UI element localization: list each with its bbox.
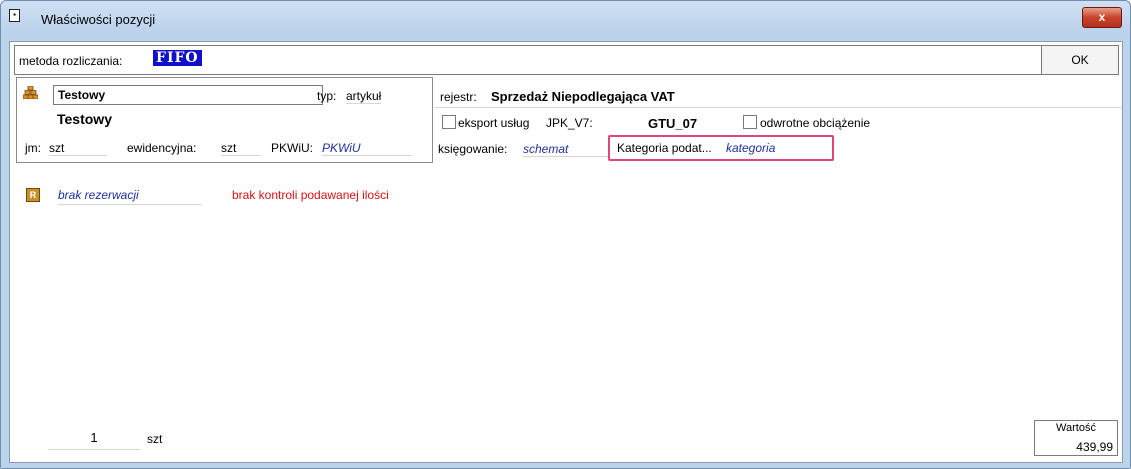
pkwiu-value[interactable]: PKWiU [322,141,412,156]
window-menu-icon[interactable]: ▪ [9,9,20,22]
kategoria-label: Kategoria podat... [617,141,712,155]
ewidencyjna-value[interactable]: szt [221,141,261,156]
article-title: Testowy [57,111,112,127]
pkwiu-label: PKWiU: [271,141,313,155]
close-button[interactable]: x [1082,7,1122,28]
odwrotne-label: odwrotne obciążenie [760,116,871,130]
ksiegowanie-value[interactable]: schemat [523,142,609,157]
wartosc-value: 439,99 [1076,440,1113,454]
article-panel: Testowy typ: artykuł Testowy jm: szt ewi… [16,77,433,163]
boxes-icon [23,86,38,99]
ksiegowanie-label: księgowanie: [438,142,508,156]
jm-label: jm: [25,141,41,155]
ok-button[interactable]: OK [1041,45,1119,75]
method-row: metoda rozliczania: FIFO [14,45,1042,75]
reservation-value[interactable]: brak rezerwacji [58,188,202,205]
metoda-value[interactable]: FIFO [153,50,202,66]
rejestr-label: rejestr: [440,90,477,104]
dialog-client-area: metoda rozliczania: FIFO OK Testowy typ:… [9,41,1123,463]
eksport-label: eksport usług [458,116,530,130]
metoda-label: metoda rozliczania: [19,54,123,68]
rejestr-value[interactable]: Sprzedaż Niepodlegająca VAT [491,89,675,104]
eksport-checkbox[interactable] [442,115,456,129]
jpk-label: JPK_V7: [546,116,593,130]
wartosc-label: Wartość [1056,422,1096,434]
window-title: Właściwości pozycji [41,12,156,27]
wartosc-box: Wartość 439,99 [1034,420,1118,456]
title-bar[interactable]: ▪ Właściwości pozycji x [1,1,1130,37]
register-divider [434,107,1122,108]
quantity-warning: brak kontroli podawanej ilości [232,188,389,202]
typ-value[interactable]: artykuł [346,89,382,104]
ewidencyjna-label: ewidencyjna: [127,141,197,155]
dialog-window: ▪ Właściwości pozycji x metoda rozliczan… [0,0,1131,469]
quantity-field[interactable]: 1 [48,427,140,450]
reservation-icon: R [26,188,40,202]
kategoria-value[interactable]: kategoria [726,141,775,155]
jm-value[interactable]: szt [49,141,107,156]
gtu-value[interactable]: GTU_07 [648,116,697,131]
typ-label: typ: [317,89,337,103]
odwrotne-checkbox[interactable] [743,115,757,129]
article-name-field[interactable]: Testowy [53,85,323,105]
quantity-unit: szt [147,432,163,446]
